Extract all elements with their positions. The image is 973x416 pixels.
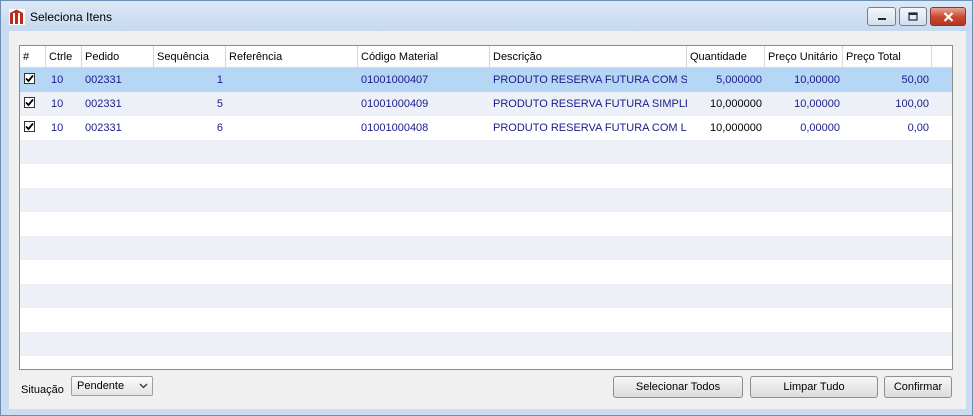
cell-quantidade: 10,000000 [710, 98, 762, 110]
situacao-select[interactable]: Pendente [71, 376, 153, 396]
cell-sequencia: 1 [216, 74, 223, 86]
cell-pedido: 002331 [85, 98, 122, 110]
cell-referencia [226, 92, 358, 116]
empty-row [20, 212, 952, 236]
cell-descricao: PRODUTO RESERVA FUTURA SIMPLES C [493, 98, 687, 110]
cell-pedido: 002331 [85, 74, 122, 86]
situacao-value: Pendente [77, 380, 125, 392]
column-header-pedido[interactable]: Pedido [82, 46, 154, 68]
row-checkbox[interactable] [24, 73, 35, 84]
column-header-descricao[interactable]: Descrição [490, 46, 687, 68]
column-header-codigo-material[interactable]: Código Material [358, 46, 490, 68]
cell-codigo-material: 01001000407 [361, 74, 429, 86]
column-header-preco-total[interactable]: Preço Total [843, 46, 932, 68]
items-grid[interactable]: # Ctrle Pedido Sequência Referência Códi… [19, 45, 953, 370]
cell-pedido: 002331 [85, 122, 122, 134]
maximize-icon [908, 12, 918, 21]
cell-descricao: PRODUTO RESERVA FUTURA COM SERIE [493, 74, 687, 86]
cell-referencia [226, 68, 358, 92]
empty-row [20, 356, 952, 369]
cell-codigo-material: 01001000409 [361, 98, 429, 110]
situacao-label: Situação [21, 384, 64, 396]
minimize-button[interactable] [867, 7, 896, 26]
cell-sequencia: 6 [216, 122, 223, 134]
column-header-ctrle[interactable]: Ctrle [46, 46, 82, 68]
dialog-content: # Ctrle Pedido Sequência Referência Códi… [9, 31, 966, 409]
close-button[interactable] [930, 7, 966, 26]
clear-all-button[interactable]: Limpar Tudo [750, 376, 878, 398]
grid-header: # Ctrle Pedido Sequência Referência Códi… [20, 46, 952, 68]
select-all-button[interactable]: Selecionar Todos [613, 376, 743, 398]
cell-quantidade: 5,000000 [716, 74, 762, 86]
cell-descricao: PRODUTO RESERVA FUTURA COM LOTE [493, 122, 687, 134]
row-checkbox[interactable] [24, 121, 35, 132]
empty-row [20, 236, 952, 260]
cell-preco-unitario: 10,00000 [794, 98, 840, 110]
cell-codigo-material: 01001000408 [361, 122, 429, 134]
cell-preco-total: 100,00 [895, 98, 929, 110]
checkmark-icon [25, 122, 34, 131]
empty-row [20, 284, 952, 308]
cell-ctrle: 10 [51, 74, 64, 86]
checkmark-icon [25, 74, 34, 83]
column-header-sequencia[interactable]: Sequência [154, 46, 226, 68]
cell-ctrle: 10 [51, 122, 64, 134]
cell-referencia [226, 116, 358, 140]
table-row[interactable]: 10 002331 5 01001000409 PRODUTO RESERVA … [20, 92, 952, 116]
window-title: Seleciona Itens [30, 10, 113, 24]
cell-preco-unitario: 0,00000 [800, 122, 840, 134]
column-header-quantidade[interactable]: Quantidade [687, 46, 765, 68]
cell-preco-total: 50,00 [901, 74, 929, 86]
checkmark-icon [25, 98, 34, 107]
app-logo-icon [9, 9, 25, 25]
minimize-icon [877, 17, 886, 20]
empty-row [20, 188, 952, 212]
empty-row [20, 332, 952, 356]
chevron-down-icon [139, 383, 148, 389]
cell-ctrle: 10 [51, 98, 64, 110]
empty-row [20, 308, 952, 332]
dialog-window: Seleciona Itens # Ctrle Pedido Sequência [0, 0, 973, 416]
empty-row [20, 260, 952, 284]
column-header-preco-unitario[interactable]: Preço Unitário [765, 46, 843, 68]
cell-preco-unitario: 10,00000 [794, 74, 840, 86]
cell-sequencia: 5 [216, 98, 223, 110]
column-header-check[interactable]: # [20, 46, 46, 68]
confirm-button[interactable]: Confirmar [884, 376, 952, 398]
cell-preco-total: 0,00 [907, 122, 929, 134]
cell-quantidade: 10,000000 [710, 122, 762, 134]
title-bar[interactable]: Seleciona Itens [1, 1, 972, 31]
empty-row [20, 140, 952, 164]
table-row[interactable]: 10 002331 6 01001000408 PRODUTO RESERVA … [20, 116, 952, 140]
maximize-button[interactable] [899, 7, 927, 26]
column-header-referencia[interactable]: Referência [226, 46, 358, 68]
empty-row [20, 164, 952, 188]
row-checkbox[interactable] [24, 97, 35, 108]
table-row[interactable]: 10 002331 1 01001000407 PRODUTO RESERVA … [20, 68, 952, 92]
close-icon [943, 11, 953, 22]
